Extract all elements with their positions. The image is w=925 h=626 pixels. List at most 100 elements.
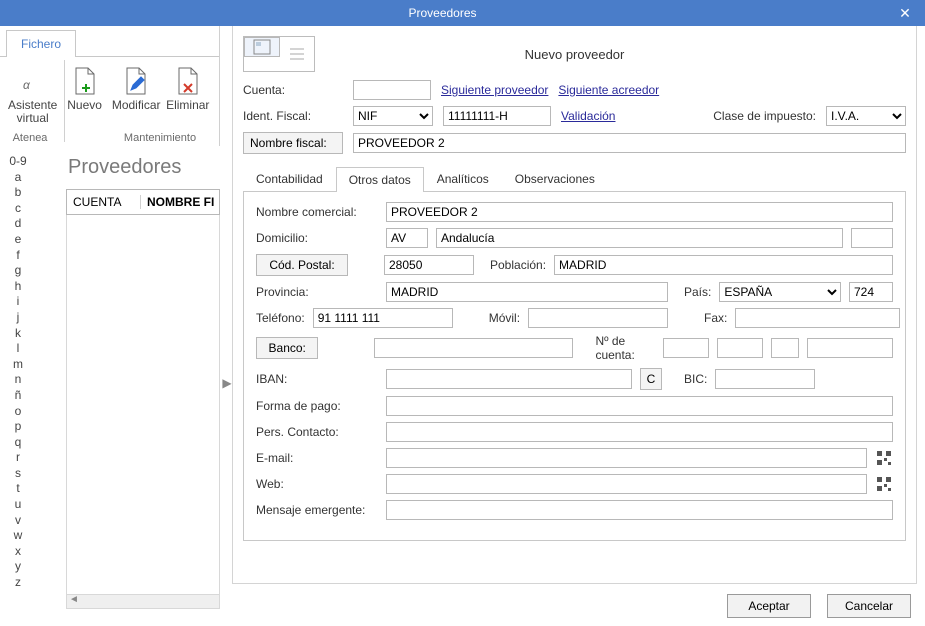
cancel-button[interactable]: Cancelar bbox=[827, 594, 911, 618]
alpha-q[interactable]: q bbox=[15, 435, 22, 451]
qr-icon[interactable] bbox=[875, 475, 893, 493]
alpha-icon: α bbox=[17, 65, 49, 97]
dialog-title: Proveedores bbox=[0, 6, 885, 20]
fax-input[interactable] bbox=[735, 308, 900, 328]
pais-select[interactable]: ESPAÑA bbox=[719, 282, 841, 302]
siguiente-acreedor-link[interactable]: Siguiente acreedor bbox=[558, 83, 659, 97]
alpha-g[interactable]: g bbox=[15, 263, 22, 279]
col-cuenta[interactable]: CUENTA bbox=[67, 195, 141, 209]
grid-body[interactable] bbox=[66, 215, 220, 595]
domicilio-num-input[interactable] bbox=[851, 228, 893, 248]
telefono-label: Teléfono: bbox=[256, 311, 305, 325]
alpha-b[interactable]: b bbox=[15, 185, 22, 201]
hscrollbar[interactable] bbox=[66, 595, 220, 609]
email-input[interactable] bbox=[386, 448, 867, 468]
nombre-fiscal-button[interactable]: Nombre fiscal: bbox=[243, 132, 343, 154]
accept-button[interactable]: Aceptar bbox=[727, 594, 811, 618]
alpha-m[interactable]: m bbox=[13, 357, 23, 373]
assistant-button[interactable]: α Asistente virtual bbox=[8, 63, 57, 127]
mensaje-input[interactable] bbox=[386, 500, 893, 520]
list-view-icon[interactable] bbox=[280, 37, 314, 71]
banco-input[interactable] bbox=[374, 338, 573, 358]
clase-impuesto-label: Clase de impuesto: bbox=[713, 109, 816, 123]
alpha-0-9[interactable]: 0-9 bbox=[9, 154, 26, 170]
iban-c-button[interactable]: C bbox=[640, 368, 662, 390]
modificar-button[interactable]: Modificar bbox=[112, 63, 161, 127]
alpha-v[interactable]: v bbox=[15, 513, 21, 529]
cuenta-input[interactable] bbox=[353, 80, 431, 100]
bic-input[interactable] bbox=[715, 369, 815, 389]
alpha-n[interactable]: n bbox=[15, 372, 22, 388]
assistant-label: Asistente virtual bbox=[8, 99, 57, 125]
alpha-r[interactable]: r bbox=[16, 450, 20, 466]
movil-label: Móvil: bbox=[489, 311, 520, 325]
cod-postal-input[interactable] bbox=[384, 255, 474, 275]
file-delete-icon bbox=[172, 65, 204, 97]
nuevo-button[interactable]: Nuevo bbox=[61, 63, 107, 127]
alpha-u[interactable]: u bbox=[15, 497, 22, 513]
alpha-s[interactable]: s bbox=[15, 466, 21, 482]
pais-code-input[interactable] bbox=[849, 282, 893, 302]
alpha-e[interactable]: e bbox=[15, 232, 22, 248]
nc1-input[interactable] bbox=[663, 338, 709, 358]
validacion-link[interactable]: Validación bbox=[561, 109, 615, 123]
clase-impuesto-select[interactable]: I.V.A. bbox=[826, 106, 906, 126]
forma-pago-input[interactable] bbox=[386, 396, 893, 416]
provincia-input[interactable] bbox=[386, 282, 668, 302]
alpha-f[interactable]: f bbox=[16, 248, 19, 264]
qr-icon[interactable] bbox=[875, 449, 893, 467]
alpha-c[interactable]: c bbox=[15, 201, 21, 217]
nombre-fiscal-input[interactable] bbox=[353, 133, 906, 153]
tab-observaciones[interactable]: Observaciones bbox=[502, 166, 608, 191]
poblacion-input[interactable] bbox=[554, 255, 893, 275]
banco-button[interactable]: Banco: bbox=[256, 337, 318, 359]
alpha-k[interactable]: k bbox=[15, 326, 21, 342]
nc4-input[interactable] bbox=[807, 338, 893, 358]
alpha-a[interactable]: a bbox=[15, 170, 22, 186]
alpha-w[interactable]: w bbox=[14, 528, 23, 544]
view-type-toggle[interactable] bbox=[243, 36, 315, 72]
alpha-t[interactable]: t bbox=[16, 481, 19, 497]
nombre-comercial-input[interactable] bbox=[386, 202, 893, 222]
ribbon-group-mantenimiento: Mantenimiento bbox=[100, 132, 220, 144]
alpha-x[interactable]: x bbox=[15, 544, 21, 560]
email-label: E-mail: bbox=[256, 451, 378, 465]
iban-label: IBAN: bbox=[256, 372, 378, 386]
alpha-h[interactable]: h bbox=[15, 279, 22, 295]
mensaje-label: Mensaje emergente: bbox=[256, 503, 378, 517]
alpha-p[interactable]: p bbox=[15, 419, 22, 435]
telefono-input[interactable] bbox=[313, 308, 453, 328]
provincia-label: Provincia: bbox=[256, 285, 378, 299]
col-nombre[interactable]: NOMBRE FI bbox=[141, 195, 219, 209]
alpha-i[interactable]: i bbox=[17, 294, 20, 310]
eliminar-button[interactable]: Eliminar bbox=[165, 63, 211, 127]
alpha-ñ[interactable]: ñ bbox=[15, 388, 22, 404]
movil-input[interactable] bbox=[528, 308, 668, 328]
siguiente-proveedor-link[interactable]: Siguiente proveedor bbox=[441, 83, 548, 97]
alpha-j[interactable]: j bbox=[17, 310, 20, 326]
nc2-input[interactable] bbox=[717, 338, 763, 358]
alpha-y[interactable]: y bbox=[15, 559, 21, 575]
alpha-l[interactable]: l bbox=[17, 341, 20, 357]
ribbon-tab-fichero[interactable]: Fichero bbox=[6, 30, 76, 57]
card-view-icon[interactable] bbox=[244, 37, 280, 57]
domicilio-tipo-input[interactable] bbox=[386, 228, 428, 248]
pers-contacto-input[interactable] bbox=[386, 422, 893, 442]
web-input[interactable] bbox=[386, 474, 867, 494]
nc3-input[interactable] bbox=[771, 338, 799, 358]
close-icon[interactable]: ✕ bbox=[885, 5, 925, 22]
tab-analiticos[interactable]: Analíticos bbox=[424, 166, 502, 191]
grid-header: CUENTA NOMBRE FI bbox=[66, 189, 220, 215]
alpha-z[interactable]: z bbox=[15, 575, 21, 591]
cod-postal-button[interactable]: Cód. Postal: bbox=[256, 254, 348, 276]
iban-input[interactable] bbox=[386, 369, 632, 389]
tab-otros-datos[interactable]: Otros datos bbox=[336, 167, 424, 192]
ident-fiscal-input[interactable] bbox=[443, 106, 551, 126]
domicilio-calle-input[interactable] bbox=[436, 228, 843, 248]
splitter-handle[interactable]: ▶ bbox=[222, 150, 232, 616]
svg-text:α: α bbox=[23, 78, 31, 92]
alpha-d[interactable]: d bbox=[15, 216, 22, 232]
alpha-o[interactable]: o bbox=[15, 404, 22, 420]
tab-contabilidad[interactable]: Contabilidad bbox=[243, 166, 336, 191]
ident-fiscal-type[interactable]: NIF bbox=[353, 106, 433, 126]
